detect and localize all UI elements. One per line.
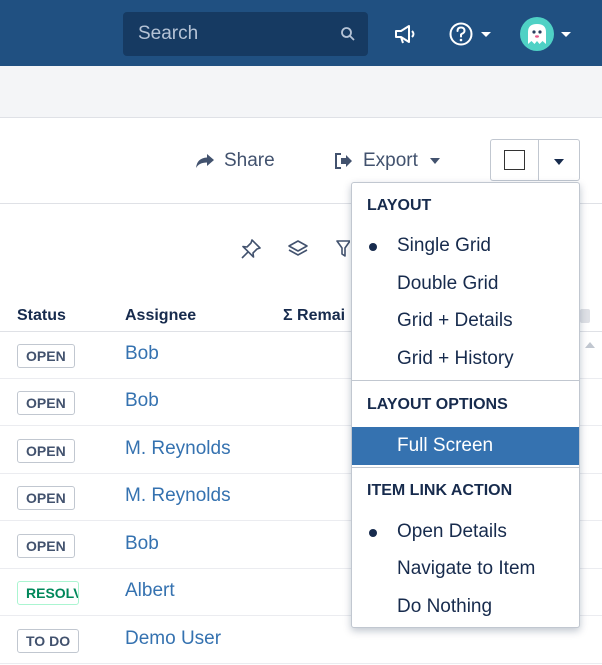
menu-item-label: Double Grid (397, 273, 499, 294)
share-button[interactable]: Share (194, 150, 275, 172)
menu-item-double-grid[interactable]: Double Grid (352, 265, 579, 303)
help-icon (449, 22, 473, 46)
ghost-avatar-icon (528, 24, 546, 44)
menu-section-header-item-link-action: ITEM LINK ACTION (367, 482, 513, 499)
menu-item-label: Grid + Details (397, 310, 513, 331)
status-badge: OPEN (17, 486, 75, 510)
single-grid-layout-icon (504, 150, 525, 170)
assignee-link[interactable]: M. Reynolds (125, 485, 231, 507)
chevron-down-icon (561, 31, 571, 37)
column-header-remaining[interactable]: Σ Remai (283, 307, 345, 325)
status-badge: OPEN (17, 344, 75, 368)
menu-item-navigate-to-item[interactable]: Navigate to Item (352, 550, 579, 588)
menu-item-open-details[interactable]: Open Details (352, 513, 579, 551)
layout-dropdown-menu: LAYOUT Single Grid Double Grid Grid + De… (351, 182, 580, 628)
assignee-link[interactable]: Bob (125, 390, 159, 412)
user-profile-button[interactable] (520, 14, 571, 54)
menu-item-grid-details[interactable]: Grid + Details (352, 302, 579, 340)
status-badge: RESOLVED (17, 581, 79, 605)
menu-item-label: Navigate to Item (397, 558, 536, 579)
export-label: Export (363, 150, 418, 171)
status-badge: OPEN (17, 391, 75, 415)
assignee-link[interactable]: Bob (125, 533, 159, 555)
menu-item-label: Do Nothing (397, 596, 493, 617)
menu-item-label: Grid + History (397, 348, 514, 369)
column-config-icon[interactable] (580, 309, 590, 323)
selected-bullet-icon (369, 529, 377, 537)
selected-bullet-icon (369, 243, 377, 251)
menu-divider (352, 467, 579, 468)
status-badge: OPEN (17, 439, 75, 463)
menu-item-grid-history[interactable]: Grid + History (352, 340, 579, 378)
announcements-button[interactable] (393, 14, 419, 54)
chevron-down-icon (429, 158, 440, 164)
layout-dropdown-button[interactable] (538, 139, 580, 181)
menu-section-header-layout-options: LAYOUT OPTIONS (367, 396, 508, 413)
menu-item-label: Single Grid (397, 235, 491, 256)
chevron-down-icon (554, 159, 564, 165)
share-label: Share (224, 150, 275, 171)
assignee-link[interactable]: Demo User (125, 628, 221, 650)
menu-section-header-layout: LAYOUT (367, 197, 432, 214)
chevron-down-icon (481, 31, 491, 37)
pin-icon[interactable] (240, 238, 262, 260)
status-badge: OPEN (17, 534, 75, 558)
column-header-status[interactable]: Status (17, 307, 66, 325)
search-icon[interactable] (340, 26, 356, 42)
menu-item-single-grid[interactable]: Single Grid (352, 227, 579, 265)
menu-divider (352, 380, 579, 381)
status-badge: TO DO (17, 629, 80, 653)
top-navigation-bar: Search (0, 0, 602, 66)
search-input[interactable]: Search (138, 23, 198, 45)
page-header-band (0, 66, 602, 118)
assignee-link[interactable]: Albert (125, 580, 175, 602)
search-box[interactable]: Search (123, 12, 368, 56)
menu-item-do-nothing[interactable]: Do Nothing (352, 588, 579, 626)
assignee-link[interactable]: Bob (125, 343, 159, 365)
menu-item-full-screen[interactable]: Full Screen (352, 427, 579, 465)
export-button[interactable]: Export (334, 150, 440, 172)
menu-item-label: Open Details (397, 521, 507, 542)
filter-icon[interactable] (336, 238, 350, 260)
help-menu-button[interactable] (448, 14, 491, 54)
menu-item-label: Full Screen (397, 435, 494, 456)
layout-toggle-button[interactable] (490, 139, 538, 181)
avatar (520, 17, 554, 51)
export-icon (335, 153, 352, 169)
share-arrow-icon (196, 154, 214, 168)
column-header-assignee[interactable]: Assignee (125, 307, 196, 325)
assignee-link[interactable]: M. Reynolds (125, 438, 231, 460)
layers-icon[interactable] (287, 238, 309, 260)
megaphone-icon (395, 25, 415, 44)
